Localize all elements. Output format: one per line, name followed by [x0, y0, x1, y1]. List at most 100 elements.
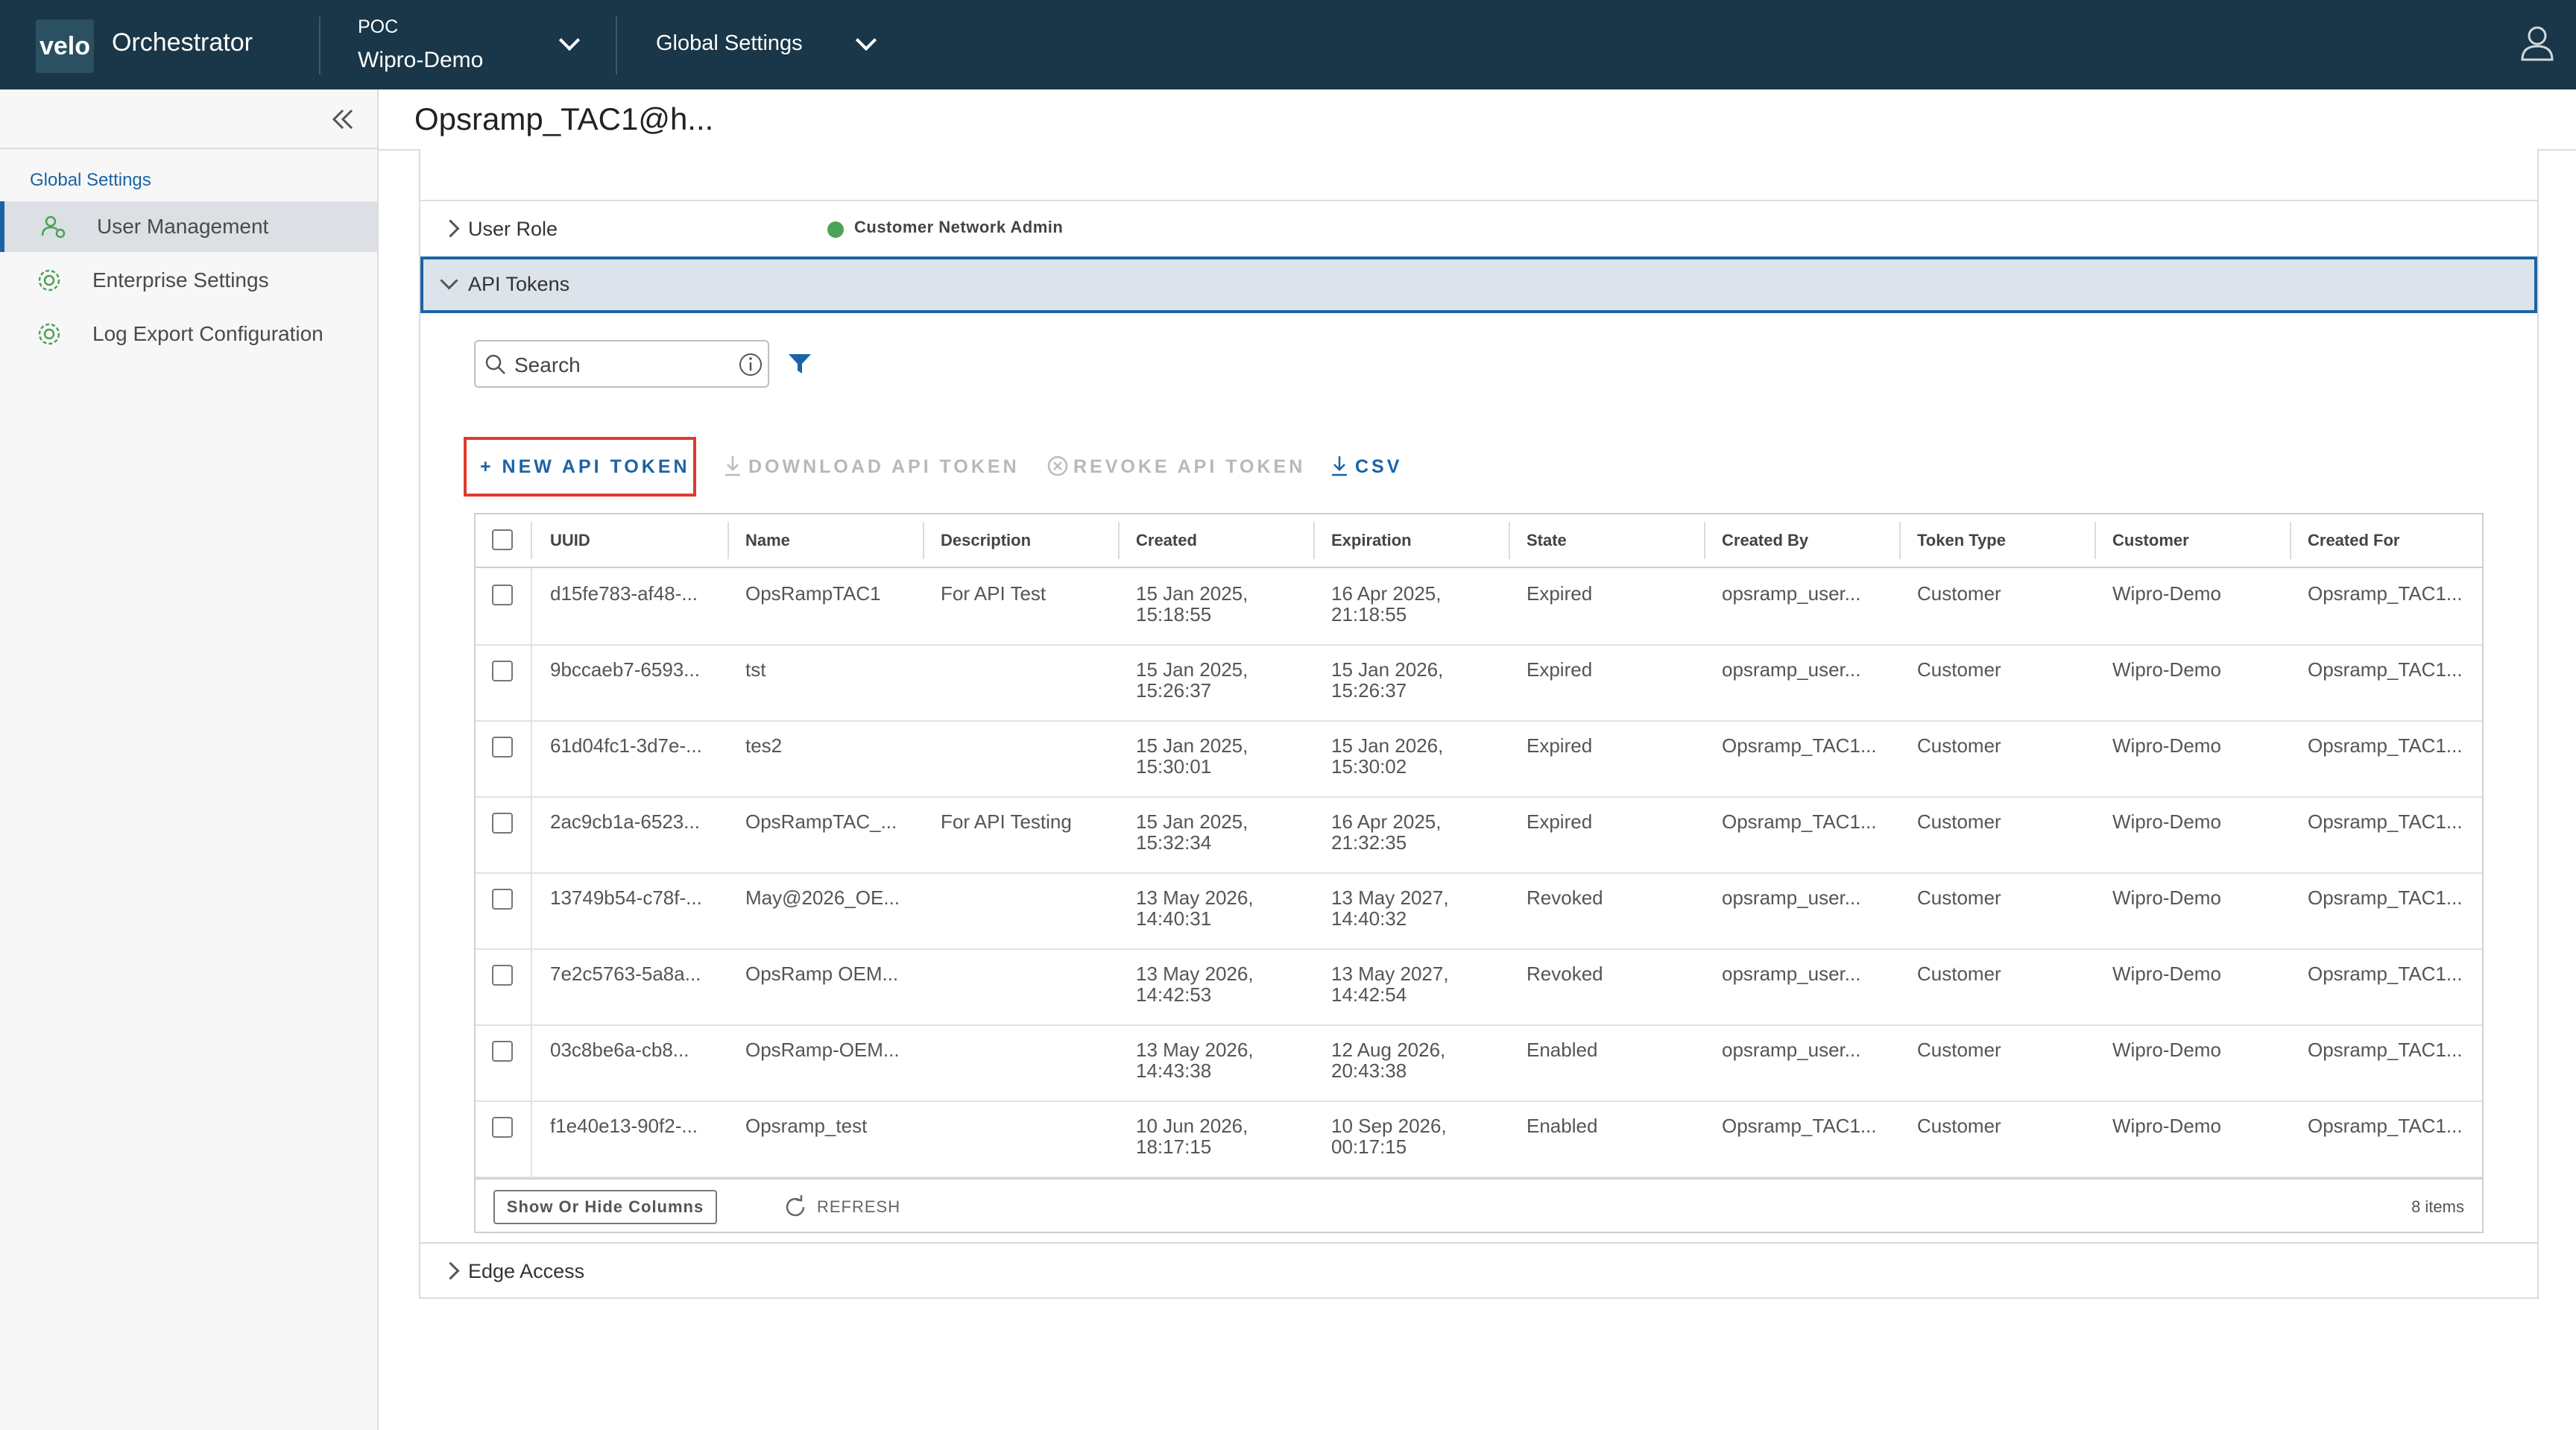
cell-customer: Wipro-Demo: [2112, 963, 2221, 985]
row-divider: [531, 948, 532, 1024]
filter-icon[interactable]: [787, 352, 812, 376]
chevron-right-icon: [441, 1262, 460, 1280]
api-tokens-header[interactable]: API Tokens: [420, 256, 2537, 313]
chevron-down-icon: [440, 271, 458, 290]
select-all-checkbox[interactable]: [492, 529, 513, 550]
column-divider: [531, 522, 532, 559]
user-icon[interactable]: [2515, 22, 2560, 67]
page-title: Opsramp_TAC1@h...: [414, 101, 714, 136]
col-header-expiration[interactable]: Expiration: [1331, 531, 1412, 550]
cell-expiration: 16 Apr 2025, 21:32:35: [1331, 810, 1442, 854]
cell-name: tst: [745, 658, 766, 681]
col-header-created[interactable]: Created: [1136, 531, 1197, 550]
show-hide-columns-button[interactable]: Show Or Hide Columns: [493, 1190, 717, 1224]
col-header-uuid[interactable]: UUID: [550, 531, 590, 550]
col-header-state[interactable]: State: [1527, 531, 1567, 550]
cell-token-type: Customer: [1917, 582, 2001, 605]
cell-name: May@2026_OE...: [745, 886, 900, 909]
row-checkbox[interactable]: [492, 965, 513, 986]
refresh-icon[interactable]: [783, 1194, 808, 1220]
sidebar-item-enterprise-settings[interactable]: Enterprise Settings: [0, 255, 377, 306]
row-checkbox[interactable]: [492, 585, 513, 605]
poc-label: POC: [358, 16, 399, 37]
cell-uuid: 03c8be6a-cb8...: [550, 1039, 689, 1061]
check-circle-icon: [827, 221, 844, 238]
cell-name: OpsRamp-OEM...: [745, 1039, 900, 1061]
col-header-customer[interactable]: Customer: [2112, 531, 2189, 550]
table-row[interactable]: f1e40e13-90f2-... Opsramp_test 10 Jun 20…: [476, 1100, 2482, 1178]
cell-created-for: Opsramp_TAC1...: [2308, 734, 2463, 757]
cell-description: For API Testing: [941, 810, 1072, 833]
revoke-icon: [1047, 456, 1068, 476]
cell-customer: Wipro-Demo: [2112, 582, 2221, 605]
table-row[interactable]: d15fe783-af48-... OpsRampTAC1 For API Te…: [476, 568, 2482, 646]
cell-created-for: Opsramp_TAC1...: [2308, 658, 2463, 681]
cell-expiration: 13 May 2027, 14:42:54: [1331, 963, 1449, 1006]
cell-customer: Wipro-Demo: [2112, 886, 2221, 909]
row-checkbox[interactable]: [492, 1041, 513, 1062]
col-header-name[interactable]: Name: [745, 531, 790, 550]
info-icon[interactable]: [738, 352, 763, 377]
col-header-created-by[interactable]: Created By: [1722, 531, 1808, 550]
cell-token-type: Customer: [1917, 1115, 2001, 1137]
csv-label: CSV: [1355, 456, 1403, 477]
row-divider: [531, 720, 532, 796]
table-row[interactable]: 9bccaeb7-6593... tst 15 Jan 2025, 15:26:3…: [476, 644, 2482, 722]
collapse-sidebar-icon[interactable]: [328, 104, 358, 134]
cell-created-for: Opsramp_TAC1...: [2308, 1115, 2463, 1137]
cell-created-for: Opsramp_TAC1...: [2308, 582, 2463, 605]
row-divider: [531, 796, 532, 872]
download-api-token-label: DOWNLOAD API TOKEN: [748, 456, 1020, 477]
cell-created-for: Opsramp_TAC1...: [2308, 963, 2463, 985]
row-checkbox[interactable]: [492, 813, 513, 834]
user-role-row[interactable]: User Role Customer Network Admin: [420, 201, 2537, 255]
cell-created-for: Opsramp_TAC1...: [2308, 886, 2463, 909]
column-divider: [1313, 522, 1315, 559]
sidebar-section-title: Global Settings: [30, 170, 151, 190]
sidebar-item-user-management[interactable]: User Management: [0, 201, 377, 252]
cell-token-type: Customer: [1917, 658, 2001, 681]
row-checkbox[interactable]: [492, 889, 513, 910]
chevron-down-icon[interactable]: [558, 29, 581, 51]
row-checkbox[interactable]: [492, 737, 513, 757]
edge-access-label: Edge Access: [468, 1260, 585, 1282]
col-header-token-type[interactable]: Token Type: [1917, 531, 2006, 550]
table-row[interactable]: 13749b54-c78f-... May@2026_OE... 13 May …: [476, 872, 2482, 950]
column-divider: [2094, 522, 2096, 559]
sidebar-item-log-export[interactable]: Log Export Configuration: [0, 309, 377, 359]
header-divider: [319, 16, 321, 75]
cell-description: For API Test: [941, 582, 1046, 605]
cell-expiration: 10 Sep 2026, 00:17:15: [1331, 1115, 1447, 1158]
table-row[interactable]: 2ac9cb1a-6523... OpsRampTAC_... For API …: [476, 796, 2482, 874]
chevron-down-icon[interactable]: [855, 29, 877, 51]
edge-access-row[interactable]: Edge Access: [420, 1244, 2537, 1297]
row-divider: [531, 1100, 532, 1177]
sidebar-item-label: Log Export Configuration: [92, 322, 323, 345]
cell-created: 10 Jun 2026, 18:17:15: [1136, 1115, 1248, 1158]
row-divider: [531, 1024, 532, 1100]
new-api-token-button[interactable]: + NEW API TOKEN: [464, 437, 696, 497]
table-row[interactable]: 61d04fc1-3d7e-... tes2 15 Jan 2025, 15:30…: [476, 720, 2482, 798]
row-checkbox[interactable]: [492, 1117, 513, 1138]
download-icon: [1332, 456, 1347, 476]
column-divider: [1509, 522, 1510, 559]
api-tokens-label: API Tokens: [468, 273, 570, 295]
cell-uuid: 13749b54-c78f-...: [550, 886, 702, 909]
refresh-button[interactable]: REFRESH: [817, 1197, 900, 1217]
cell-created-by: Opsramp_TAC1...: [1722, 1115, 1877, 1137]
cell-created-by: opsramp_user...: [1722, 582, 1861, 605]
table-row[interactable]: 03c8be6a-cb8... OpsRamp-OEM... 13 May 20…: [476, 1024, 2482, 1102]
cell-name: OpsRampTAC1: [745, 582, 881, 605]
cell-created-by: opsramp_user...: [1722, 886, 1861, 909]
col-header-created-for[interactable]: Created For: [2308, 531, 2399, 550]
cell-expiration: 15 Jan 2026, 15:30:02: [1331, 734, 1444, 778]
table-row[interactable]: 7e2c5763-5a8a... OpsRamp OEM... 13 May 2…: [476, 948, 2482, 1026]
search-input[interactable]: Search: [474, 340, 769, 388]
sidebar-item-label: User Management: [97, 215, 269, 238]
download-icon: [725, 456, 740, 476]
sidebar-divider: [0, 148, 377, 149]
cell-created: 13 May 2026, 14:42:53: [1136, 963, 1254, 1006]
column-divider: [1704, 522, 1705, 559]
row-checkbox[interactable]: [492, 661, 513, 681]
col-header-description[interactable]: Description: [941, 531, 1031, 550]
